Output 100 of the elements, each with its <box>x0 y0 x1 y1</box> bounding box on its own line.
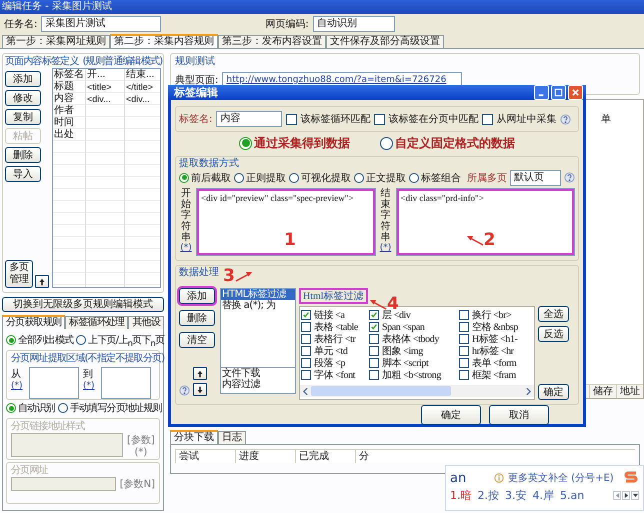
table-cell-text: <div... <box>86 93 112 105</box>
up-button[interactable] <box>35 275 49 288</box>
button[interactable]: 清空 <box>179 332 215 348</box>
button[interactable]: 全选 <box>538 306 569 322</box>
maximize-button[interactable] <box>551 85 566 100</box>
checkbox[interactable]: 空格 &nbsp <box>459 321 533 333</box>
candidate[interactable]: 1.暗 <box>450 488 472 503</box>
text-area[interactable] <box>29 367 79 399</box>
tab[interactable]: 第三步：发布内容设置 <box>218 35 326 48</box>
text-area[interactable] <box>101 367 151 399</box>
hint-text: 更多英文补全 (分号+E) <box>508 472 615 485</box>
radio-button[interactable]: 前后截取 <box>179 170 231 184</box>
field-label: 到 <box>83 368 94 381</box>
table-cell-text: 时间 <box>53 117 75 128</box>
checkbox[interactable]: 该标签在分页中匹配 <box>374 112 478 126</box>
encoding-dropdown[interactable]: 自动识别 <box>312 16 395 32</box>
left-triangle-icon <box>614 493 620 498</box>
tab[interactable]: 分页获取规则 <box>2 315 66 329</box>
button[interactable]: 删除 <box>179 310 215 326</box>
checkmark-icon <box>302 311 310 319</box>
radio-button[interactable]: 全部列出模式 <box>6 333 74 347</box>
list-item[interactable]: 内容过滤 <box>221 379 295 390</box>
button[interactable]: 确定 <box>538 384 569 400</box>
link[interactable]: (*) <box>380 243 392 253</box>
tab[interactable]: 分块下载 <box>170 430 218 444</box>
checkbox[interactable]: H标签 <h1- <box>459 333 533 345</box>
checkbox[interactable]: 表单 <form <box>459 357 533 369</box>
checkbox[interactable]: 链接 <a <box>301 309 369 321</box>
checkbox[interactable]: 脚本 <script <box>369 357 459 369</box>
button[interactable]: 反选 <box>538 326 569 342</box>
field-label: 开始字符串 <box>181 188 191 243</box>
radio-button[interactable]: 通过采集得到数据 <box>239 134 350 152</box>
list-item[interactable]: HTML标签过滤 <box>221 289 295 300</box>
radio-button[interactable]: 手动填写分页地址规则 <box>58 401 162 415</box>
checkbox[interactable]: 表格行 <tr <box>301 333 369 345</box>
radio-button[interactable]: 自定义固定格式的数据 <box>380 134 515 152</box>
column-header: 标签名 <box>53 69 85 80</box>
button[interactable]: 添加 <box>5 71 41 87</box>
list-item[interactable]: 文件下载 <box>221 368 295 379</box>
checkbox[interactable]: 从网址中采集 <box>482 112 556 126</box>
checkbox[interactable]: 单元 <td <box>301 345 369 357</box>
button[interactable]: 删除 <box>5 147 41 163</box>
scrollbar[interactable] <box>300 385 534 397</box>
input-field[interactable] <box>11 477 116 491</box>
candidate[interactable]: 5.an <box>560 489 584 502</box>
next-page-button[interactable] <box>622 491 630 500</box>
task-name-field[interactable]: 采集图片测试 <box>41 16 162 32</box>
tab[interactable]: 其他设 <box>128 316 164 329</box>
button[interactable]: 复制 <box>5 109 41 125</box>
radio-button[interactable]: 标签组合 <box>409 170 461 184</box>
tab[interactable]: 第一步：采集网址规则 <box>2 35 110 48</box>
checkbox[interactable]: 框架 <fram <box>459 369 533 381</box>
field-label: 典型页面: <box>175 74 218 86</box>
close-button[interactable] <box>568 85 583 100</box>
info-icon <box>494 473 504 483</box>
button[interactable]: 取消 <box>489 405 549 425</box>
checkbox[interactable]: 表格体 <tbody <box>369 333 459 345</box>
checkbox[interactable]: 换行 <br> <box>459 309 533 321</box>
tab[interactable]: 第二步：采集内容规则 <box>110 34 218 48</box>
link[interactable]: (*) <box>83 381 97 391</box>
checkbox[interactable]: hr标签 <hr <box>459 345 533 357</box>
radio-button[interactable]: 正文提取 <box>354 170 406 184</box>
button[interactable]: 多页管理 <box>5 260 33 288</box>
button[interactable]: 导入 <box>5 166 41 182</box>
tab[interactable]: 标签循环处理 <box>65 316 128 329</box>
tag-name-field[interactable]: 内容 <box>216 111 282 127</box>
radio-button[interactable]: 自动识别 <box>6 401 55 415</box>
help-icon[interactable] <box>179 385 190 396</box>
button[interactable]: 切换到无限级多页规则编辑模式 <box>2 297 164 312</box>
candidate[interactable]: 3.安 <box>505 488 526 503</box>
tab[interactable]: 文件保存及部分高级设置 <box>326 35 444 48</box>
minimize-button[interactable] <box>534 85 549 100</box>
candidate[interactable]: 4.岸 <box>532 488 554 503</box>
up-button[interactable] <box>193 367 207 380</box>
down-button[interactable] <box>193 383 207 396</box>
button[interactable]: 添加 <box>179 288 215 304</box>
checkbox[interactable]: 表格 <table <box>301 321 369 333</box>
button[interactable]: 确定 <box>421 405 481 425</box>
link[interactable]: (*) <box>11 381 25 391</box>
radio-button[interactable]: 可视化提取 <box>289 170 351 184</box>
checkbox[interactable]: 层 <div <box>369 309 459 321</box>
checkbox[interactable]: Span <span <box>369 321 459 333</box>
page-dropdown[interactable]: 默认页 <box>510 170 561 186</box>
link[interactable]: (*) <box>180 243 192 253</box>
table-cell-text: 内容 <box>53 93 75 104</box>
help-icon[interactable] <box>564 172 575 183</box>
button[interactable]: 修改 <box>5 90 41 106</box>
checkbox[interactable]: 字体 <font <box>301 369 369 381</box>
dropdown-button[interactable] <box>631 491 639 500</box>
down-arrow-icon <box>196 386 204 394</box>
help-icon[interactable] <box>560 114 572 124</box>
checkbox[interactable]: 段落 <p <box>301 357 369 369</box>
radio-button[interactable]: 上下页/上$_{n}$页下$_{n}$页 <box>76 332 164 348</box>
checkbox[interactable]: 加粗 <b<strong <box>369 369 459 381</box>
candidate[interactable]: 2.按 <box>478 488 499 503</box>
checkbox[interactable]: 该标签循环匹配 <box>286 112 370 126</box>
radio-button[interactable]: 正则提取 <box>234 170 286 184</box>
tab[interactable]: 日志 <box>218 431 246 444</box>
checkbox[interactable]: 图象 <img <box>369 345 459 357</box>
list-item[interactable]: 替换 a(*); 为 <box>221 300 295 311</box>
